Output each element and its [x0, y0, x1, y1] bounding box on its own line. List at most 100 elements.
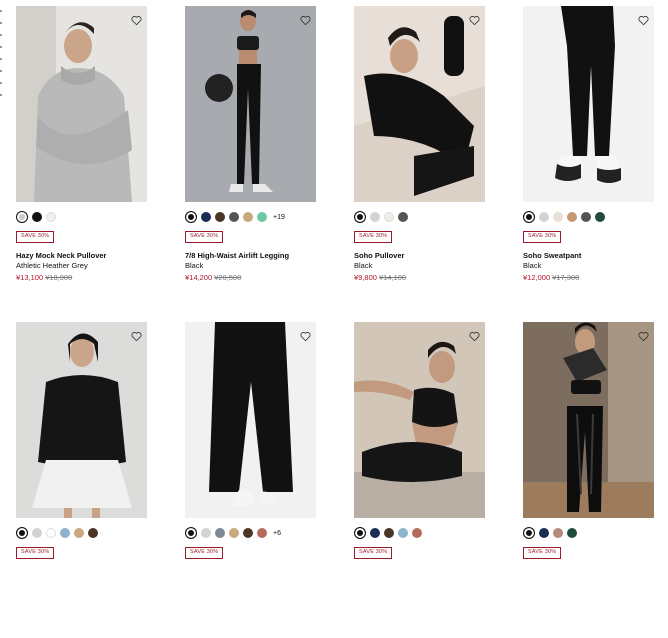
product-photo [16, 6, 147, 202]
product-image[interactable] [523, 322, 654, 518]
color-swatch[interactable] [257, 528, 267, 538]
product-card[interactable]: SAVE 30% Hazy Mock Neck Pullover Athleti… [16, 6, 147, 322]
product-image[interactable] [185, 322, 316, 518]
color-swatch[interactable] [595, 212, 605, 222]
wishlist-heart-icon[interactable] [131, 13, 142, 26]
color-swatch[interactable] [46, 528, 56, 538]
color-swatch[interactable] [539, 212, 549, 222]
wishlist-heart-icon[interactable] [638, 329, 649, 342]
product-card[interactable]: SAVE 30% Soho Pullover Black ¥9,800 ¥14,1… [354, 6, 485, 322]
product-photo [523, 322, 654, 518]
wishlist-heart-icon[interactable] [300, 13, 311, 26]
sale-badge: SAVE 30% [354, 547, 393, 559]
product-color: Black [185, 260, 204, 270]
color-swatches [354, 210, 485, 224]
more-colors-count[interactable]: +19 [273, 214, 285, 221]
product-card[interactable]: SAVE 30% [16, 322, 147, 638]
color-swatch[interactable] [16, 527, 28, 539]
sale-badge: SAVE 30% [523, 547, 562, 559]
color-swatch[interactable] [185, 527, 197, 539]
product-card[interactable]: SAVE 30% [523, 322, 654, 638]
color-swatch[interactable] [553, 528, 563, 538]
color-swatch[interactable] [32, 212, 42, 222]
sale-price: ¥14,200 [185, 272, 213, 282]
color-swatches [16, 210, 147, 224]
wishlist-heart-icon[interactable] [638, 13, 649, 26]
color-swatch[interactable] [60, 528, 70, 538]
product-card[interactable]: SAVE 30% Soho Sweatpant Black ¥12,000 ¥17… [523, 6, 654, 322]
color-swatch[interactable] [243, 212, 253, 222]
product-image[interactable] [354, 6, 485, 202]
wishlist-heart-icon[interactable] [300, 329, 311, 342]
color-swatch[interactable] [523, 211, 535, 223]
color-swatch[interactable] [229, 212, 239, 222]
wishlist-heart-icon[interactable] [131, 329, 142, 342]
original-price: ¥18,900 [45, 272, 73, 282]
product-price [185, 567, 316, 577]
product-name[interactable]: 7/8 High-Waist Airlift Legging [185, 251, 316, 261]
color-swatch[interactable] [88, 528, 98, 538]
color-swatch[interactable] [16, 211, 28, 223]
product-photo [16, 322, 147, 518]
sale-badge: SAVE 30% [354, 231, 393, 243]
color-swatch[interactable] [523, 527, 535, 539]
color-swatch[interactable] [398, 212, 408, 222]
color-swatch[interactable] [567, 212, 577, 222]
color-swatch[interactable] [539, 528, 549, 538]
color-swatches [16, 526, 147, 540]
color-swatch[interactable] [398, 528, 408, 538]
color-swatch[interactable] [354, 527, 366, 539]
color-swatches [523, 210, 654, 224]
product-image[interactable] [16, 6, 147, 202]
product-name[interactable]: Hazy Mock Neck Pullover [16, 251, 147, 261]
color-swatch[interactable] [257, 212, 267, 222]
left-edge-marks [0, 10, 3, 100]
color-swatch[interactable] [201, 528, 211, 538]
product-color: Black [523, 260, 542, 270]
more-colors-count[interactable]: +6 [273, 530, 281, 537]
color-swatch[interactable] [243, 528, 253, 538]
color-swatch[interactable] [215, 528, 225, 538]
product-card[interactable]: +6 SAVE 30% [185, 322, 316, 638]
sale-badge: SAVE 30% [523, 231, 562, 243]
product-color: Black [354, 260, 373, 270]
sale-price: ¥12,000 [523, 272, 551, 282]
color-swatch[interactable] [74, 528, 84, 538]
product-image[interactable] [354, 322, 485, 518]
color-swatch[interactable] [567, 528, 577, 538]
product-name[interactable]: Soho Pullover [354, 251, 485, 261]
sale-badge: SAVE 30% [185, 231, 224, 243]
product-photo [354, 322, 485, 518]
product-image[interactable] [16, 322, 147, 518]
product-price [16, 567, 147, 577]
product-color: Athletic Heather Grey [16, 260, 88, 270]
color-swatch[interactable] [384, 528, 394, 538]
color-swatch[interactable] [370, 528, 380, 538]
original-price: ¥14,100 [378, 272, 407, 282]
color-swatch[interactable] [412, 528, 422, 538]
wishlist-heart-icon[interactable] [469, 13, 480, 26]
product-price [354, 567, 485, 577]
sale-badge: SAVE 30% [16, 231, 55, 243]
color-swatch[interactable] [229, 528, 239, 538]
color-swatch[interactable] [553, 212, 563, 222]
color-swatches: +6 [185, 526, 316, 540]
color-swatch[interactable] [215, 212, 225, 222]
product-image[interactable] [185, 6, 316, 202]
product-image[interactable] [523, 6, 654, 202]
product-card[interactable]: +19 SAVE 30% 7/8 High-Waist Airlift Legg… [185, 6, 316, 322]
wishlist-heart-icon[interactable] [469, 329, 480, 342]
color-swatch[interactable] [354, 211, 366, 223]
product-name[interactable]: Soho Sweatpant [523, 251, 654, 261]
sale-price: ¥9,800 [354, 272, 377, 282]
product-card[interactable]: SAVE 30% [354, 322, 485, 638]
color-swatch[interactable] [581, 212, 591, 222]
color-swatch[interactable] [384, 212, 394, 222]
color-swatches: +19 [185, 210, 316, 224]
color-swatch[interactable] [32, 528, 42, 538]
color-swatch[interactable] [370, 212, 380, 222]
color-swatch[interactable] [46, 212, 56, 222]
product-price: ¥13,100 ¥18,900 [16, 273, 147, 283]
color-swatch[interactable] [185, 211, 197, 223]
color-swatch[interactable] [201, 212, 211, 222]
